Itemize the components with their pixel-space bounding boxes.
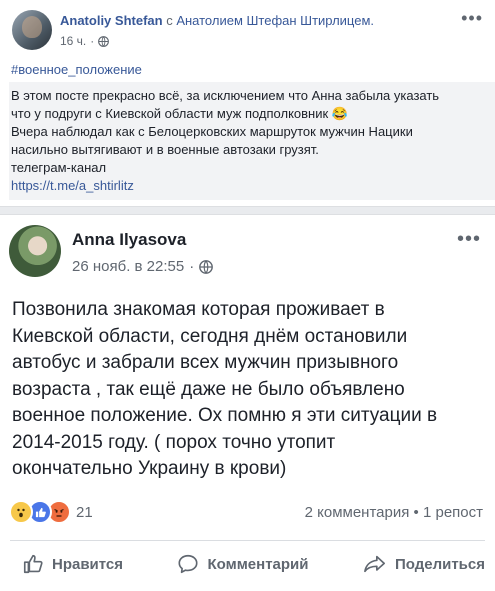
comments-count[interactable]: 2 комментария: [305, 504, 410, 521]
share-icon: [364, 555, 385, 573]
separator-dot: ·: [189, 258, 195, 275]
action-bar: Нравится Комментарий Поделиться: [0, 553, 495, 575]
more-icon[interactable]: •••: [457, 228, 481, 251]
post-text-line: Вчера наблюдал как с Белоцерковских марш…: [11, 124, 413, 139]
post-divider: [0, 206, 495, 215]
post-text-line: насильно вытягивают и в военные автозаки…: [11, 142, 319, 157]
like-label: Нравится: [52, 555, 124, 573]
stats-separator: •: [413, 504, 419, 521]
telegram-link[interactable]: https://t.me/a_shtirlitz: [11, 177, 481, 195]
shared-text-line: автобус и забрали всех мужчин призывного: [12, 352, 399, 373]
share-label: Поделиться: [394, 555, 485, 573]
hashtag-link[interactable]: #военное_положение: [11, 62, 142, 77]
actions-divider: [10, 540, 485, 541]
post-timestamp[interactable]: 16 ч.: [60, 34, 86, 48]
avatar[interactable]: [9, 225, 61, 277]
shared-text-line: 2014-2015 году. ( порох точно утопит: [12, 431, 336, 453]
shared-text-line: возраста , так ещё даже не было объявлен…: [12, 378, 405, 400]
shared-post-meta: 26 нояб. в 22:55 ·: [72, 258, 214, 275]
reactions-summary[interactable]: 21: [9, 500, 93, 524]
shared-text-line: Киевской области, сегодня днём остановил…: [12, 325, 408, 347]
shared-text-line: военное положение. Ох помню я эти ситуац…: [12, 405, 438, 426]
shared-text-line: Позвонила знакомая которая проживает в: [12, 299, 385, 320]
globe-icon: [98, 35, 110, 47]
comment-button[interactable]: Комментарий: [177, 553, 309, 575]
shared-author-name[interactable]: Anna Ilyasova: [72, 230, 186, 250]
share-button[interactable]: Поделиться: [363, 553, 485, 575]
tagged-user[interactable]: Анатолием Штефан Штирлицем.: [176, 13, 374, 28]
comment-icon: [178, 554, 199, 574]
shares-count[interactable]: 1 репост: [423, 504, 483, 521]
reaction-count[interactable]: 21: [76, 504, 93, 521]
shared-post-text: Позвонила знакомая которая проживает в К…: [12, 297, 492, 483]
post-text-line: телеграм-канал: [11, 160, 107, 175]
comment-label: Комментарий: [207, 555, 309, 573]
thumbs-up-icon: [23, 554, 43, 574]
post-meta: 16 ч. ·: [60, 34, 110, 48]
author-name[interactable]: Anatoliy Shtefan: [60, 13, 163, 28]
globe-icon: [199, 259, 214, 274]
post-text-block: В этом посте прекрасно всё, за исключени…: [9, 82, 495, 200]
separator-dot: ·: [90, 34, 95, 48]
more-icon[interactable]: •••: [461, 8, 483, 29]
shared-text-line: окончательно Украину в крови): [12, 458, 287, 479]
shared-post-timestamp[interactable]: 26 нояб. в 22:55: [72, 258, 184, 275]
engagement-stats: 2 комментария • 1 репост: [305, 504, 483, 521]
with-label: с: [166, 13, 173, 28]
wow-icon: [9, 500, 33, 524]
like-button[interactable]: Нравится: [22, 553, 123, 575]
post-text-line: В этом посте прекрасно всё, за исключени…: [11, 88, 440, 103]
shared-post-wrapper: Anatoliy Shtefan с Анатолием Штефан Штир…: [0, 0, 495, 206]
avatar[interactable]: [12, 10, 52, 50]
post-text-line: что у подруги с Киевской области муж под…: [11, 106, 348, 121]
post-header: Anatoliy Shtefan с Анатолием Штефан Штир…: [60, 13, 374, 28]
